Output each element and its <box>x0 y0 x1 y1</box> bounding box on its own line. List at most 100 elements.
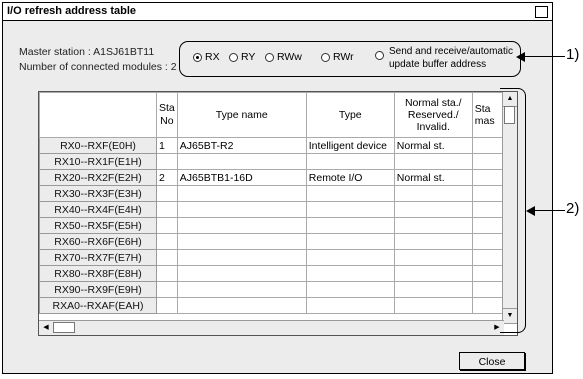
type-cell[interactable]: Intelligent device <box>305 137 395 154</box>
normal-status-cell[interactable] <box>393 249 473 266</box>
table-header-row: Sta No Type name Type Normal sta./Reserve… <box>39 92 513 138</box>
sta-no-cell[interactable] <box>156 265 178 282</box>
address-cell[interactable]: RX40--RX4F(E4H) <box>39 201 157 218</box>
sta-no-cell[interactable] <box>156 249 178 266</box>
address-cell[interactable]: RX80--RX8F(E8H) <box>39 265 157 282</box>
type-name-cell[interactable] <box>176 153 307 170</box>
radio-rwr[interactable]: RWr <box>321 51 354 63</box>
station-info: Master station : A1SJ61BT11 Number of co… <box>19 45 177 75</box>
type-cell[interactable]: Remote I/O <box>305 169 395 186</box>
address-cell[interactable]: RXA0--RXAF(EAH) <box>39 297 157 314</box>
table-row[interactable]: RXA0--RXAF(EAH) <box>39 297 513 314</box>
type-name-cell[interactable] <box>176 297 307 314</box>
type-name-cell[interactable] <box>176 281 307 298</box>
normal-status-cell[interactable] <box>393 265 473 282</box>
header-type-name: Type name <box>176 92 307 138</box>
normal-status-cell[interactable] <box>393 217 473 234</box>
table-row[interactable]: RX60--RX6F(E6H) <box>39 233 513 250</box>
radio-rww-label: RWw <box>277 51 302 63</box>
normal-status-cell[interactable] <box>393 153 473 170</box>
type-name-cell[interactable] <box>176 233 307 250</box>
normal-status-cell[interactable] <box>393 185 473 202</box>
address-cell[interactable]: RX10--RX1F(E1H) <box>39 153 157 170</box>
type-cell[interactable] <box>305 265 395 282</box>
table-row[interactable]: RX10--RX1F(E1H) <box>39 153 513 170</box>
radio-dot-icon <box>229 52 238 62</box>
callout-1-label: 1) <box>566 46 580 63</box>
table-row[interactable]: RX90--RX9F(E9H) <box>39 281 513 298</box>
scroll-left-icon[interactable]: ◀ <box>39 321 53 335</box>
sta-no-cell[interactable] <box>156 217 178 234</box>
sta-no-cell[interactable]: 2 <box>156 169 178 186</box>
address-cell[interactable]: RX60--RX6F(E6H) <box>39 233 157 250</box>
header-sta-no: Sta No <box>156 92 178 138</box>
normal-status-cell[interactable]: Normal st. <box>393 137 473 154</box>
address-cell[interactable]: RX90--RX9F(E9H) <box>39 281 157 298</box>
radio-dot-icon <box>375 51 384 60</box>
radio-rx-label: RX <box>205 51 220 63</box>
sta-no-cell[interactable] <box>156 153 178 170</box>
table-row[interactable]: RX0--RXF(E0H) 1 AJ65BT-R2 Intelligent devic… <box>39 137 513 154</box>
normal-status-cell[interactable] <box>393 297 473 314</box>
sta-no-cell[interactable] <box>156 185 178 202</box>
callout-1-line <box>520 56 565 58</box>
address-cell[interactable]: RX70--RX7F(E7H) <box>39 249 157 266</box>
address-cell[interactable]: RX20--RX2F(E2H) <box>39 169 157 186</box>
type-name-cell[interactable] <box>176 265 307 282</box>
type-name-cell[interactable]: AJ65BTB1-16D <box>176 169 307 186</box>
radio-rwr-label: RWr <box>333 51 354 63</box>
type-cell[interactable] <box>305 249 395 266</box>
h-scroll-thumb[interactable] <box>53 322 75 333</box>
radio-dot-icon <box>265 52 274 62</box>
table-row[interactable]: RX50--RX5F(E5H) <box>39 217 513 234</box>
normal-status-cell[interactable]: Normal st. <box>393 169 473 186</box>
dialog-title: I/O refresh address table <box>3 3 552 21</box>
type-cell[interactable] <box>305 201 395 218</box>
close-button[interactable]: Close <box>459 352 525 370</box>
radio-send-receive-label: Send and receive/automatic update buffer… <box>389 46 513 70</box>
normal-status-cell[interactable] <box>393 201 473 218</box>
type-name-cell[interactable] <box>176 185 307 202</box>
radio-ry-label: RY <box>241 51 256 63</box>
arrow-left-icon <box>516 52 525 62</box>
sta-no-cell[interactable] <box>156 201 178 218</box>
connected-modules-label: Number of connected modules : 2 <box>19 61 177 73</box>
address-cell[interactable]: RX0--RXF(E0H) <box>39 137 157 154</box>
radio-rww[interactable]: RWw <box>265 51 302 63</box>
sta-no-cell[interactable]: 1 <box>156 137 178 154</box>
radio-dot-icon <box>321 52 330 62</box>
type-cell[interactable] <box>305 153 395 170</box>
type-cell[interactable] <box>305 185 395 202</box>
normal-status-cell[interactable] <box>393 233 473 250</box>
type-cell[interactable] <box>305 281 395 298</box>
header-normal: Normal sta./Reserved./Invalid. <box>393 92 473 138</box>
table-row[interactable]: RX40--RX4F(E4H) <box>39 201 513 218</box>
sta-no-cell[interactable] <box>156 233 178 250</box>
normal-status-cell[interactable] <box>393 281 473 298</box>
sta-no-cell[interactable] <box>156 281 178 298</box>
type-name-cell[interactable]: AJ65BT-R2 <box>176 137 307 154</box>
header-addr <box>39 92 157 138</box>
type-name-cell[interactable] <box>176 249 307 266</box>
callout-2-line <box>533 210 565 212</box>
master-station-label: Master station : A1SJ61BT11 <box>19 46 155 58</box>
radio-rx[interactable]: RX <box>193 51 220 63</box>
table-row[interactable]: RX30--RX3F(E3H) <box>39 185 513 202</box>
address-cell[interactable]: RX50--RX5F(E5H) <box>39 217 157 234</box>
radio-send-receive[interactable] <box>375 51 384 60</box>
radio-ry[interactable]: RY <box>229 51 255 63</box>
horizontal-scrollbar[interactable]: ◀ ▶ <box>39 320 504 335</box>
table-callout-bracket <box>500 88 526 333</box>
type-name-cell[interactable] <box>176 217 307 234</box>
type-cell[interactable] <box>305 297 395 314</box>
address-cell[interactable]: RX30--RX3F(E3H) <box>39 185 157 202</box>
type-cell[interactable] <box>305 233 395 250</box>
sta-no-cell[interactable] <box>156 297 178 314</box>
type-cell[interactable] <box>305 217 395 234</box>
table-row[interactable]: RX20--RX2F(E2H) 2 AJ65BTB1-16D Remote I/O No… <box>39 169 513 186</box>
table-row[interactable]: RX70--RX7F(E7H) <box>39 249 513 266</box>
type-name-cell[interactable] <box>176 201 307 218</box>
close-box-icon[interactable] <box>535 6 548 18</box>
table-row[interactable]: RX80--RX8F(E8H) <box>39 265 513 282</box>
callout-2-label: 2) <box>566 200 580 217</box>
